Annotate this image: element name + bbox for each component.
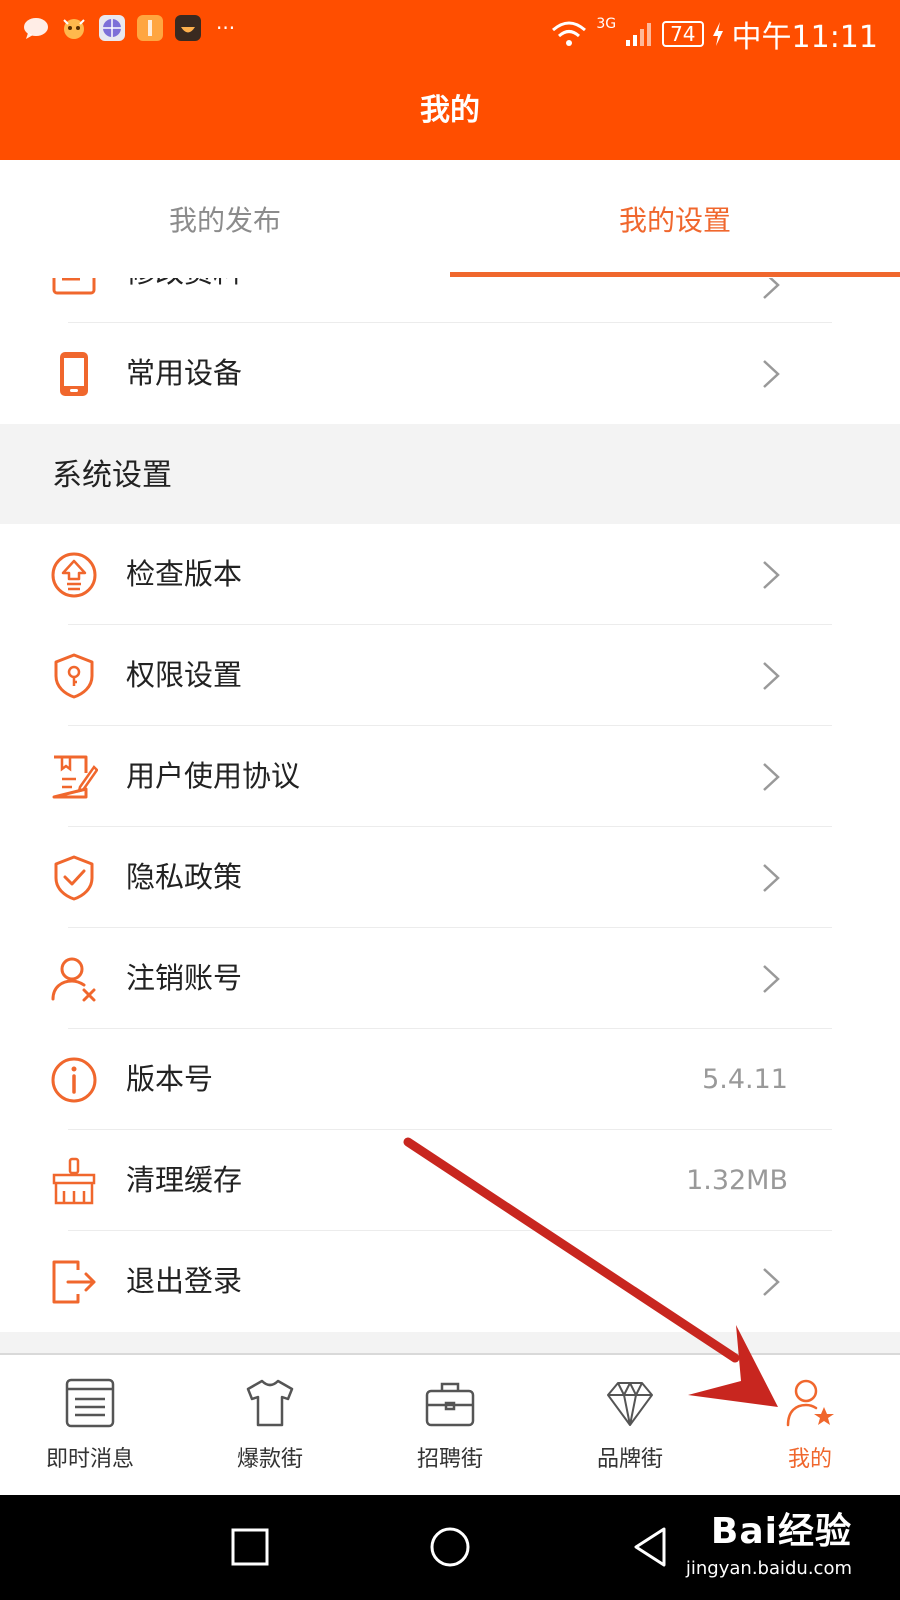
- chevron-right-icon: [763, 1268, 780, 1296]
- phone-device-icon: [60, 352, 88, 396]
- nav-label: 即时消息: [45, 1447, 134, 1472]
- cache-size-value: 1.32MB: [686, 1165, 788, 1196]
- settings-row-permissions[interactable]: 权限设置: [0, 625, 900, 726]
- tab-my-posts[interactable]: 我的发布: [0, 160, 450, 278]
- settings-row-label: 退出登录: [126, 1264, 243, 1298]
- broom-icon: [52, 1157, 96, 1205]
- orange-app-icon: [137, 15, 163, 41]
- edit-profile-icon: [52, 278, 96, 295]
- page-title: 我的: [0, 62, 900, 160]
- settings-row-version-number: 版本号 5.4.11: [0, 1029, 900, 1130]
- watermark-url: jingyan.baidu.com: [685, 1558, 852, 1579]
- tab-my-settings[interactable]: 我的设置: [450, 160, 900, 278]
- briefcase-icon: [425, 1382, 475, 1427]
- chat-bubble-icon: [24, 18, 48, 39]
- nav-hot-items[interactable]: 爆款街: [180, 1355, 360, 1495]
- nav-recruitment[interactable]: 招聘街: [360, 1355, 540, 1495]
- settings-row-edit-profile[interactable]: 修改资料: [0, 278, 900, 323]
- notification-icons: ···: [22, 14, 235, 42]
- nav-instant-messages[interactable]: 即时消息: [0, 1355, 180, 1495]
- signal-icon: [626, 23, 652, 46]
- cow-app-icon: [63, 19, 85, 39]
- tab-bar: 我的发布 我的设置: [0, 160, 900, 278]
- settings-row-label: 版本号: [126, 1062, 214, 1096]
- diamond-icon: [607, 1382, 653, 1426]
- charging-icon: [712, 22, 723, 46]
- settings-row-label: 权限设置: [126, 658, 243, 692]
- nav-label: 招聘街: [416, 1447, 483, 1472]
- settings-row-delete-account[interactable]: 注销账号: [0, 928, 900, 1029]
- logout-icon: [52, 1260, 96, 1304]
- globe-app-icon: [99, 15, 125, 41]
- clock: 中午11:11: [731, 20, 878, 55]
- nav-me[interactable]: 我的: [720, 1355, 900, 1495]
- upgrade-icon: [51, 552, 97, 598]
- settings-row-label: 清理缓存: [126, 1163, 243, 1197]
- user-remove-icon: [51, 957, 96, 1002]
- chevron-right-icon: [763, 662, 780, 690]
- chevron-right-icon: [763, 561, 780, 589]
- active-tab-indicator: [450, 272, 900, 277]
- chevron-right-icon: [763, 965, 780, 993]
- message-list-icon: [65, 1378, 115, 1428]
- settings-row-privacy-policy[interactable]: 隐私政策: [0, 827, 900, 928]
- settings-row-clear-cache[interactable]: 清理缓存 1.32MB: [0, 1130, 900, 1231]
- settings-row-label: 注销账号: [126, 961, 243, 995]
- settings-row-label: 修改资料: [126, 278, 242, 323]
- shield-key-icon: [54, 653, 94, 699]
- settings-row-check-version[interactable]: 检查版本: [0, 524, 900, 625]
- settings-row-user-agreement[interactable]: 用户使用协议: [0, 726, 900, 827]
- settings-row-label: 检查版本: [126, 557, 243, 591]
- nav-label: 品牌街: [596, 1447, 663, 1472]
- home-icon[interactable]: [428, 1525, 472, 1569]
- section-header-system: 系统设置: [0, 424, 900, 524]
- nav-label: 我的: [787, 1447, 832, 1472]
- settings-list[interactable]: 修改资料 常用设备 系统设置 检查版本 权限设置 用户使用协议 隐私政策 注销账…: [0, 278, 900, 1353]
- settings-row-label: 用户使用协议: [126, 759, 301, 793]
- status-indicators: 3G 74 中午11:11: [550, 12, 878, 56]
- version-value: 5.4.11: [702, 1064, 788, 1095]
- settings-row-label: 隐私政策: [126, 860, 243, 894]
- watermark: Bai经验 jingyan.baidu.com: [686, 1502, 852, 1579]
- user-star-icon: [786, 1379, 834, 1427]
- shield-check-icon: [54, 855, 94, 901]
- chevron-right-icon: [763, 763, 780, 791]
- agreement-icon: [52, 755, 98, 799]
- watermark-logo: Bai经验: [710, 1511, 852, 1552]
- settings-row-devices[interactable]: 常用设备: [0, 323, 900, 424]
- chevron-right-icon: [763, 864, 780, 892]
- status-bar: ··· 3G 74 中午11:11: [0, 0, 900, 62]
- back-icon[interactable]: [628, 1525, 672, 1569]
- battery-level: 74: [662, 21, 704, 47]
- bottom-nav: 即时消息 爆款街 招聘街 品牌街 我的: [0, 1353, 900, 1495]
- more-notifications: ···: [216, 16, 236, 40]
- chevron-right-icon: [763, 360, 780, 388]
- settings-row-label: 常用设备: [126, 356, 243, 390]
- wifi-icon: [552, 21, 587, 46]
- list-end-spacer: [0, 1332, 900, 1353]
- settings-row-logout[interactable]: 退出登录: [0, 1231, 900, 1332]
- chevron-right-icon: [763, 278, 780, 299]
- network-type: 3G: [596, 16, 617, 32]
- recent-apps-icon[interactable]: [228, 1525, 272, 1569]
- nav-label: 爆款街: [236, 1447, 303, 1472]
- info-icon: [51, 1057, 97, 1103]
- nav-brands[interactable]: 品牌街: [540, 1355, 720, 1495]
- smile-app-icon: [175, 15, 201, 41]
- tshirt-icon: [246, 1379, 294, 1427]
